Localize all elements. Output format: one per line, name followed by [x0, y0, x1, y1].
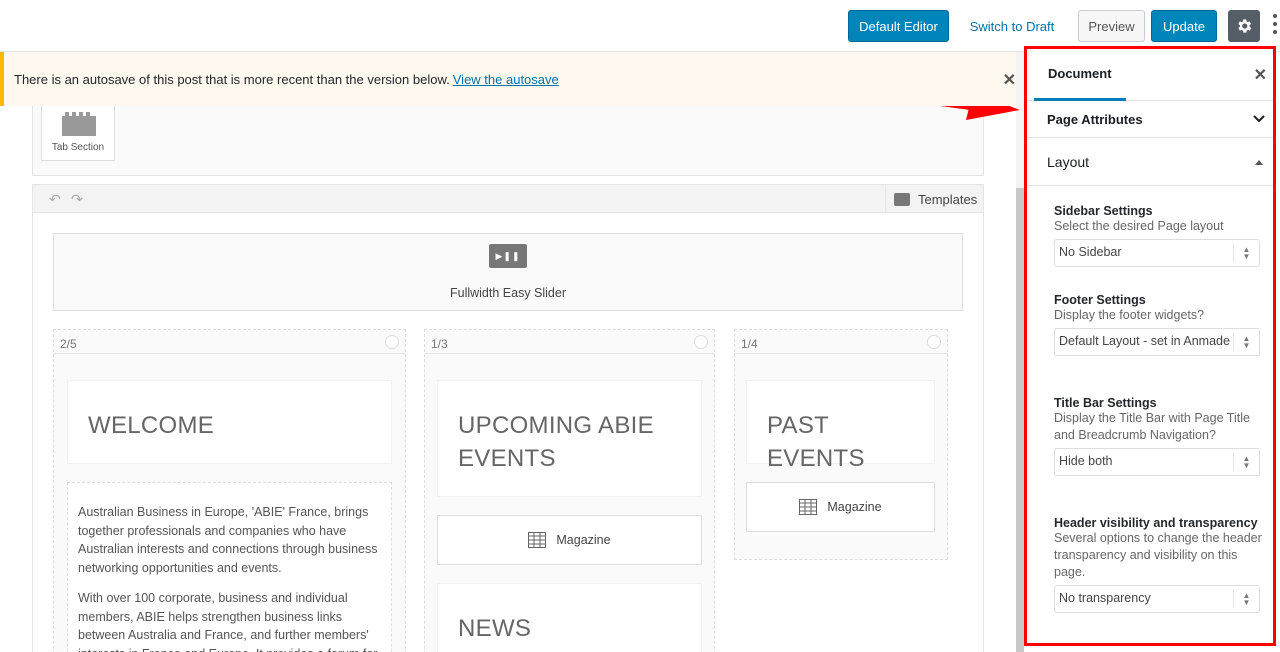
field-label: Footer Settings: [1054, 293, 1146, 307]
grid-icon: [528, 532, 547, 548]
switch-to-draft-button[interactable]: Switch to Draft: [966, 10, 1058, 42]
update-button[interactable]: Update: [1151, 10, 1217, 42]
column-size: 2/5: [60, 337, 77, 351]
welcome-text-block[interactable]: Australian Business in Europe, 'ABIE' Fr…: [67, 482, 392, 652]
sidebar-settings-field: Sidebar Settings Select the desired Page…: [1054, 204, 1273, 267]
autosave-notice: There is an autosave of this post that i…: [0, 52, 1016, 106]
column-toggle-icon[interactable]: [694, 335, 708, 349]
page-attributes-panel[interactable]: Page Attributes: [1027, 101, 1273, 138]
slider-label: Fullwidth Easy Slider: [449, 286, 566, 300]
sidebar-settings-select[interactable]: No Sidebar ▲ ▼: [1054, 239, 1260, 267]
more-menu-icon[interactable]: [1272, 14, 1278, 38]
templates-button[interactable]: Templates: [885, 185, 983, 213]
select-value: No Sidebar: [1059, 245, 1122, 259]
news-heading[interactable]: NEWS: [437, 583, 702, 652]
select-value: Hide both: [1059, 454, 1113, 468]
field-label: Header visibility and transparency: [1054, 516, 1258, 530]
templates-label: Templates: [918, 191, 978, 207]
column-size: 1/3: [431, 337, 448, 351]
editor-header: Default Editor Switch to Draft Preview U…: [0, 0, 1280, 52]
column-toggle-icon[interactable]: [385, 335, 399, 349]
magazine-element[interactable]: Magazine: [437, 515, 702, 565]
column-1-4[interactable]: 1/4 PAST EVENTS Magazine: [734, 329, 948, 560]
field-label: Title Bar Settings: [1054, 396, 1157, 410]
layout-panel-body: Sidebar Settings Select the desired Page…: [1027, 204, 1273, 613]
field-help: Display the footer widgets?: [1054, 308, 1205, 322]
page-attributes-title: Page Attributes: [1047, 111, 1143, 127]
page-builder: ↶ ↷ Templates ▶❚❚ Fullwidth Easy Slider …: [32, 184, 984, 652]
layout-title: Layout: [1047, 153, 1090, 170]
fullwidth-slider-element[interactable]: ▶❚❚ Fullwidth Easy Slider: [53, 233, 963, 311]
caret-up-icon: [1255, 159, 1263, 165]
builder-toolbar: ↶ ↷ Templates: [33, 185, 983, 213]
field-help: Several options to change the header tra…: [1054, 531, 1262, 579]
magazine-label: Magazine: [827, 500, 882, 514]
welcome-paragraph-2: With over 100 corporate, business and in…: [78, 591, 377, 652]
tab-section-label: Tab Section: [51, 142, 105, 153]
close-icon[interactable]: ✕: [1254, 65, 1267, 85]
close-icon[interactable]: ✕: [1003, 70, 1016, 90]
select-arrows-icon: ▲ ▼: [1233, 453, 1259, 471]
play-pause-icon: ▶❚❚: [489, 244, 527, 268]
welcome-heading[interactable]: WELCOME: [67, 380, 392, 464]
layout-panel[interactable]: Layout: [1027, 138, 1273, 186]
templates-icon: [894, 193, 910, 206]
settings-button[interactable]: [1228, 10, 1260, 42]
view-autosave-link[interactable]: View the autosave: [453, 72, 559, 87]
content-scrollbar-thumb[interactable]: [1016, 188, 1024, 652]
field-help: Display the Title Bar with Page Title an…: [1054, 411, 1250, 442]
grid-icon: [799, 499, 818, 515]
welcome-paragraph-1: Australian Business in Europe, 'ABIE' Fr…: [78, 505, 378, 575]
autosave-notice-text: There is an autosave of this post that i…: [14, 71, 450, 87]
header-visibility-field: Header visibility and transparency Sever…: [1054, 516, 1273, 613]
select-arrows-icon: ▲ ▼: [1233, 590, 1259, 608]
magazine-element[interactable]: Magazine: [746, 482, 935, 532]
tab-section-element[interactable]: Tab Section: [41, 105, 115, 161]
magazine-label: Magazine: [556, 533, 611, 547]
select-value: No transparency: [1059, 591, 1151, 605]
field-help: Select the desired Page layout: [1054, 219, 1224, 233]
undo-icon[interactable]: ↶: [49, 191, 61, 208]
footer-settings-field: Footer Settings Display the footer widge…: [1054, 293, 1273, 356]
chevron-down-icon: [1253, 115, 1265, 123]
tab-document[interactable]: Document: [1034, 49, 1126, 101]
column-header: 1/4: [735, 330, 947, 354]
field-label: Sidebar Settings: [1054, 204, 1153, 218]
select-arrows-icon: ▲ ▼: [1233, 333, 1259, 351]
preview-button[interactable]: Preview: [1078, 10, 1145, 42]
column-1-3[interactable]: 1/3 UPCOMING ABIE EVENTS Magazine NEWS: [424, 329, 715, 652]
header-visibility-select[interactable]: No transparency ▲ ▼: [1054, 585, 1260, 613]
column-toggle-icon[interactable]: [927, 335, 941, 349]
redo-icon[interactable]: ↷: [71, 191, 83, 208]
column-size: 1/4: [741, 337, 758, 351]
footer-settings-select[interactable]: Default Layout - set in Anmade ▲ ▼: [1054, 328, 1260, 356]
title-bar-settings-select[interactable]: Hide both ▲ ▼: [1054, 448, 1260, 476]
upcoming-events-heading[interactable]: UPCOMING ABIE EVENTS: [437, 380, 702, 497]
sidebar-tabs: Document ✕: [1027, 49, 1273, 101]
column-header: 1/3: [425, 330, 714, 354]
column-2-5[interactable]: 2/5 WELCOME Australian Business in Europ…: [53, 329, 406, 652]
column-header: 2/5: [54, 330, 405, 354]
title-bar-settings-field: Title Bar Settings Display the Title Bar…: [1054, 396, 1273, 476]
gear-icon: [1238, 19, 1252, 33]
editor-content: Tab Section There is an autosave of this…: [0, 52, 1016, 652]
select-value: Default Layout - set in Anmade: [1059, 334, 1230, 348]
past-events-heading[interactable]: PAST EVENTS: [746, 380, 935, 472]
select-arrows-icon: ▲ ▼: [1233, 244, 1259, 262]
default-editor-button[interactable]: Default Editor: [848, 10, 949, 42]
settings-sidebar: Document ✕ Page Attributes Layout Sideba…: [1024, 46, 1276, 646]
tab-section-icon: [62, 112, 96, 136]
